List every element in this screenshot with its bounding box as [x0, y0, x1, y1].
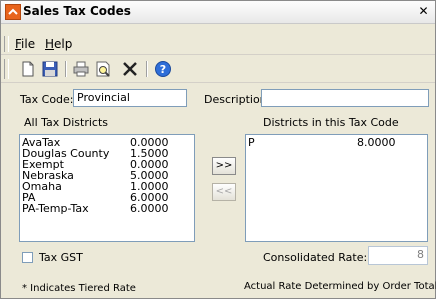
- menu-grip-icon: [4, 36, 9, 52]
- tax-gst-label: Tax GST: [39, 251, 83, 264]
- window-title: Sales Tax Codes: [23, 4, 131, 18]
- delete-icon[interactable]: [120, 59, 140, 79]
- help-icon[interactable]: ?: [153, 59, 173, 79]
- title-bar: Sales Tax Codes ✕: [1, 1, 435, 24]
- menu-file[interactable]: File: [15, 37, 35, 51]
- menu-help[interactable]: Help: [45, 37, 72, 51]
- toolbar-separator: [65, 61, 67, 77]
- tax-code-input[interactable]: Provincial: [73, 89, 187, 107]
- tax-gst-checkbox[interactable]: [22, 252, 33, 263]
- districts-in-tax-code-list[interactable]: P 8.0000: [245, 134, 428, 242]
- all-tax-districts-list[interactable]: AvaTax 0.0000 Douglas County 1.5000 Exempt…: [19, 134, 195, 242]
- menu-bar: File Help: [1, 34, 435, 55]
- new-icon[interactable]: [18, 59, 38, 79]
- consolidated-rate-field: 8: [368, 246, 428, 265]
- tiered-rate-note: * Indicates Tiered Rate: [22, 283, 136, 294]
- description-input[interactable]: [261, 89, 429, 107]
- list-item[interactable]: PA-Temp-Tax 6.0000: [20, 203, 194, 214]
- toolbar-grip-icon: [4, 59, 9, 79]
- print-preview-icon[interactable]: [93, 59, 113, 79]
- save-icon[interactable]: [40, 59, 60, 79]
- toolbar: ?: [1, 56, 435, 83]
- rate-determination-note: Actual Rate Determined by Order Total: [244, 281, 436, 292]
- add-district-button[interactable]: >>: [212, 157, 236, 175]
- svg-text:?: ?: [160, 63, 166, 76]
- app-icon: [5, 4, 21, 20]
- toolbar-separator: [146, 61, 148, 77]
- all-tax-districts-label: All Tax Districts: [24, 116, 109, 129]
- tax-code-label: Tax Code:: [20, 93, 74, 106]
- sales-tax-codes-window: Sales Tax Codes ✕ File Help ? Tax Code: …: [0, 0, 436, 299]
- consolidated-rate-label: Consolidated Rate:: [263, 251, 368, 264]
- print-icon[interactable]: [71, 59, 91, 79]
- list-item[interactable]: P 8.0000: [246, 137, 427, 148]
- districts-in-tax-code-label: Districts in this Tax Code: [263, 116, 399, 129]
- close-button[interactable]: ✕: [416, 4, 431, 18]
- remove-district-button[interactable]: <<: [212, 183, 236, 201]
